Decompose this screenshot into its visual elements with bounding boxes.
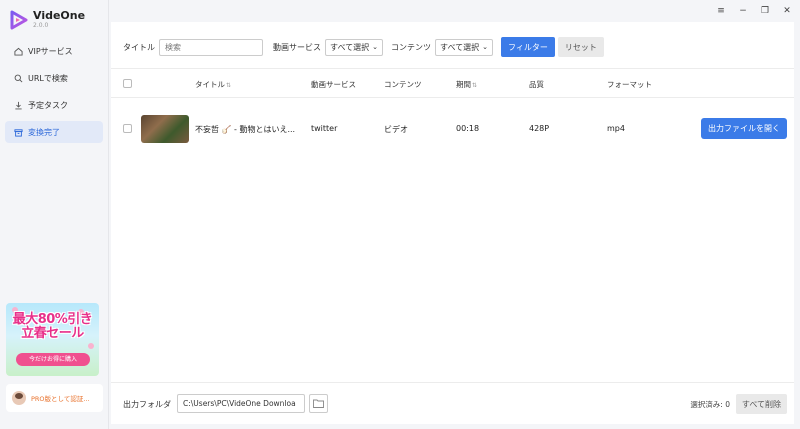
column-header-title[interactable]: タイトル⇅ — [195, 79, 231, 90]
sidebar-item-vip[interactable]: VIPサービス — [5, 40, 103, 62]
content-select-value: すべて選択 — [440, 42, 480, 52]
sidebar: VideOne 2.0.0 VIPサービス URLで検索 予定タスク 変換完了 … — [0, 0, 109, 429]
row-duration: 00:18 — [456, 124, 480, 133]
app-version: 2.0.0 — [33, 22, 49, 29]
row-quality: 428P — [529, 124, 550, 133]
window-controls: ≡ − ❐ ✕ — [716, 6, 792, 16]
output-path-field[interactable]: C:\Users\PC\VideOne Downloa — [177, 394, 305, 413]
menu-icon[interactable]: ≡ — [716, 6, 726, 16]
sidebar-item-label: VIPサービス — [28, 46, 73, 56]
row-format: mp4 — [607, 124, 625, 133]
sidebar-nav: VIPサービス URLで検索 予定タスク 変換完了 — [5, 40, 103, 148]
sidebar-item-url-search[interactable]: URLで検索 — [5, 67, 103, 89]
petal-decoration — [88, 343, 94, 349]
footer-bar: 出力フォルダ C:\Users\PC\VideOne Downloa 選択済み:… — [111, 382, 794, 424]
download-icon — [13, 100, 23, 110]
title-search-input[interactable] — [159, 38, 263, 56]
promo-title-line1: 最大80%引き — [12, 312, 93, 327]
column-header-service: 動画サービス — [311, 80, 356, 89]
row-title: 不妄哲 🪕 - 動物とはいえ... — [195, 125, 296, 134]
content-select[interactable]: すべて選択 ⌄ — [435, 38, 493, 56]
chevron-down-icon: ⌄ — [372, 43, 378, 51]
promo-title-line2: 立春セール — [21, 326, 84, 341]
search-icon — [13, 73, 23, 83]
folder-icon — [313, 399, 324, 408]
avatar — [12, 391, 26, 405]
table-header: タイトル⇅ 動画サービス コンテンツ 期間⇅ 品質 フォーマット — [111, 68, 794, 98]
title-filter-label: タイトル — [123, 42, 155, 52]
browse-folder-button[interactable] — [309, 394, 328, 413]
sidebar-item-label: 変換完了 — [28, 127, 60, 137]
column-header-duration[interactable]: 期間⇅ — [456, 79, 477, 90]
videone-logo-icon — [10, 10, 28, 30]
select-all-checkbox[interactable] — [123, 79, 132, 88]
sidebar-item-completed[interactable]: 変換完了 — [5, 121, 103, 143]
video-thumbnail — [141, 115, 189, 143]
restore-icon[interactable]: ❐ — [760, 6, 770, 16]
promo-title: 最大80%引き 立春セール — [10, 313, 95, 341]
column-header-title-label: タイトル — [195, 80, 225, 89]
promo-banner[interactable]: 最大80%引き 立春セール 今だけお得に購入 — [6, 303, 99, 376]
service-select-value: すべて選択 — [330, 42, 370, 52]
row-content: ビデオ — [384, 125, 408, 134]
sort-icon: ⇅ — [226, 82, 232, 89]
filter-button[interactable]: フィルター — [501, 37, 555, 57]
sidebar-item-label: URLで検索 — [28, 73, 68, 83]
filter-bar: タイトル 動画サービス すべて選択 ⌄ コンテンツ すべて選択 ⌄ フィルター … — [111, 33, 794, 61]
chevron-down-icon: ⌄ — [482, 43, 488, 51]
delete-all-button[interactable]: すべて削除 — [735, 394, 787, 414]
archive-icon — [13, 127, 23, 137]
app-name: VideOne — [33, 9, 86, 22]
reset-button[interactable]: リセット — [557, 37, 604, 57]
service-select[interactable]: すべて選択 ⌄ — [325, 38, 383, 56]
brand: VideOne 2.0.0 — [10, 10, 85, 30]
minimize-icon[interactable]: − — [738, 6, 748, 16]
sidebar-item-label: 予定タスク — [28, 100, 68, 110]
home-icon — [13, 46, 23, 56]
license-status: PRO版として認証... — [31, 395, 90, 403]
column-header-content: コンテンツ — [384, 80, 422, 89]
row-service: twitter — [311, 124, 338, 133]
user-card[interactable]: PRO版として認証... — [6, 384, 103, 412]
column-header-duration-label: 期間 — [456, 80, 471, 89]
promo-buy-button[interactable]: 今だけお得に購入 — [16, 353, 90, 366]
column-header-format: フォーマット — [607, 80, 652, 89]
content-filter-label: コンテンツ — [391, 42, 431, 52]
column-header-quality: 品質 — [529, 80, 544, 89]
row-checkbox[interactable] — [123, 124, 132, 133]
output-folder-label: 出力フォルダ — [123, 400, 171, 409]
close-icon[interactable]: ✕ — [782, 6, 792, 16]
selected-count: 選択済み: 0 — [690, 400, 730, 409]
sidebar-item-scheduled[interactable]: 予定タスク — [5, 94, 103, 116]
table-row[interactable]: 不妄哲 🪕 - 動物とはいえ... twitter ビデオ 00:18 428P… — [111, 106, 794, 152]
service-filter-label: 動画サービス — [273, 42, 321, 52]
open-output-file-button[interactable]: 出力ファイルを開く — [701, 118, 787, 139]
sort-icon: ⇅ — [472, 82, 478, 89]
